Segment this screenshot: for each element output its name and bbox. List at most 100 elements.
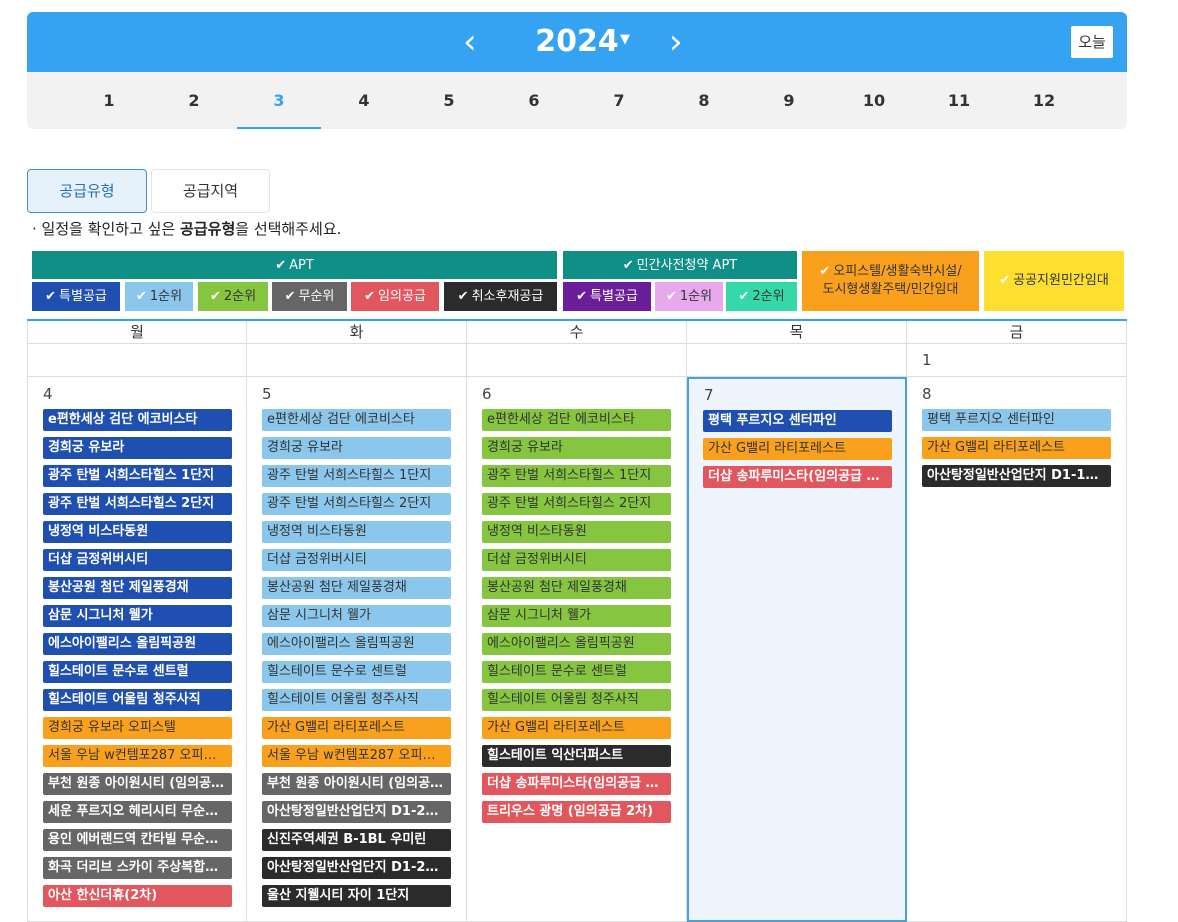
event-bar[interactable]: 에스아이팰리스 올림픽공원 bbox=[43, 633, 232, 655]
day-cell[interactable] bbox=[247, 344, 467, 377]
event-bar[interactable]: 신진주역세권 B-1BL 우미린 bbox=[262, 829, 451, 851]
filter-apt-chip-random[interactable]: ✔ 임의공급 bbox=[351, 282, 439, 311]
day-cell[interactable] bbox=[687, 344, 907, 377]
month-tab-8[interactable]: 8 bbox=[662, 72, 746, 129]
event-bar[interactable]: 삼문 시그니처 웰가 bbox=[482, 605, 671, 627]
filter-apt-chip-cancel[interactable]: ✔ 취소후재공급 bbox=[444, 282, 557, 311]
month-tab-5[interactable]: 5 bbox=[407, 72, 491, 129]
day-cell[interactable]: 7 평택 푸르지오 센터파인 가산 G밸리 라티포레스트 더샵 송파루미스타(임의공급… bbox=[687, 377, 907, 922]
event-bar[interactable]: 냉정역 비스타동원 bbox=[262, 521, 451, 543]
month-tab-7[interactable]: 7 bbox=[577, 72, 661, 129]
event-bar[interactable]: 힐스테이트 문수로 센트럴 bbox=[482, 661, 671, 683]
event-bar[interactable]: 광주 탄벌 서희스타힐스 1단지 bbox=[43, 465, 232, 487]
event-bar[interactable]: 더샵 금정위버시티 bbox=[262, 549, 451, 571]
filter-public-rental-group[interactable]: ✔ 공공지원민간임대 bbox=[984, 251, 1124, 311]
month-tab-9[interactable]: 9 bbox=[747, 72, 831, 129]
filter-preapt-chip-pre_second[interactable]: ✔ 2순위 bbox=[726, 282, 797, 311]
event-bar[interactable]: 광주 탄벌 서희스타힐스 2단지 bbox=[482, 493, 671, 515]
event-bar[interactable]: 아산 한신더휴(2차) bbox=[43, 885, 232, 907]
today-button[interactable]: 오늘 bbox=[1071, 26, 1113, 58]
month-tab-10[interactable]: 10 bbox=[832, 72, 916, 129]
event-bar[interactable]: 삼문 시그니처 웰가 bbox=[43, 605, 232, 627]
next-year-chevron-icon[interactable]: › bbox=[669, 12, 683, 72]
year-dropdown-caret-icon[interactable]: ▼ bbox=[620, 32, 630, 47]
event-bar[interactable]: 경희궁 유보라 bbox=[262, 437, 451, 459]
event-bar[interactable]: 서울 우남 w컨템포287 오피스텔 bbox=[262, 745, 451, 767]
event-bar[interactable]: 힐스테이트 익산더퍼스트 bbox=[482, 745, 671, 767]
filter-preapt-chip-pre_special[interactable]: ✔ 특별공급 bbox=[563, 282, 651, 311]
event-bar[interactable]: 힐스테이트 문수로 센트럴 bbox=[43, 661, 232, 683]
event-bar[interactable]: 냉정역 비스타동원 bbox=[482, 521, 671, 543]
filter-preapt-group[interactable]: ✔ 민간사전청약 APT bbox=[563, 251, 797, 279]
check-icon: ✔ bbox=[135, 289, 147, 304]
event-bar[interactable]: e편한세상 검단 에코비스타 bbox=[43, 409, 232, 431]
event-bar[interactable]: 더샵 송파루미스타(임의공급 1차) bbox=[482, 773, 671, 795]
check-icon: ✔ bbox=[576, 289, 588, 304]
event-bar[interactable]: 광주 탄벌 서희스타힐스 1단지 bbox=[262, 465, 451, 487]
event-bar[interactable]: e편한세상 검단 에코비스타 bbox=[262, 409, 451, 431]
month-tab-2[interactable]: 2 bbox=[152, 72, 236, 129]
event-bar[interactable]: 삼문 시그니처 웰가 bbox=[262, 605, 451, 627]
day-cell[interactable]: 1 bbox=[907, 344, 1127, 377]
event-bar[interactable]: 광주 탄벌 서희스타힐스 1단지 bbox=[482, 465, 671, 487]
event-bar[interactable]: 트리우스 광명 (임의공급 2차) bbox=[482, 801, 671, 823]
event-bar[interactable]: 가산 G밸리 라티포레스트 bbox=[703, 438, 892, 460]
day-cell[interactable]: 4 e편한세상 검단 에코비스타 경희궁 유보라 광주 탄벌 서희스타힐스 1단지 광주… bbox=[27, 377, 247, 922]
day-cell[interactable]: 6 e편한세상 검단 에코비스타 경희궁 유보라 광주 탄벌 서희스타힐스 1단지 광주… bbox=[467, 377, 687, 922]
day-cell[interactable] bbox=[467, 344, 687, 377]
event-bar[interactable]: 가산 G밸리 라티포레스트 bbox=[922, 437, 1111, 459]
filter-apt-chip-special[interactable]: ✔ 특별공급 bbox=[32, 282, 120, 311]
event-bar[interactable]: 더샵 송파루미스타(임의공급 1차) bbox=[703, 466, 892, 488]
event-bar[interactable]: 서울 우남 w컨템포287 오피스텔 bbox=[43, 745, 232, 767]
year-title[interactable]: 2024 bbox=[27, 12, 1127, 72]
filter-officetel-group[interactable]: ✔ 오피스텔/생활숙박시설/도시형생활주택/민간임대 bbox=[802, 251, 979, 311]
event-bar[interactable]: 에스아이팰리스 올림픽공원 bbox=[262, 633, 451, 655]
filter-apt-chip-first[interactable]: ✔ 1순위 bbox=[125, 282, 193, 311]
event-bar[interactable]: 부천 원종 아이원시티 (임의공급... bbox=[43, 773, 232, 795]
month-tab-4[interactable]: 4 bbox=[322, 72, 406, 129]
event-bar[interactable]: 경희궁 유보라 bbox=[43, 437, 232, 459]
event-bar[interactable]: 힐스테이트 문수로 센트럴 bbox=[262, 661, 451, 683]
event-bar[interactable]: 봉산공원 첨단 제일풍경채 bbox=[262, 577, 451, 599]
event-bar[interactable]: 용인 에버랜드역 칸타빌 무순위(... bbox=[43, 829, 232, 851]
tab-supply-type[interactable]: 공급유형 bbox=[27, 169, 147, 213]
event-bar[interactable]: 가산 G밸리 라티포레스트 bbox=[482, 717, 671, 739]
event-bar[interactable]: 광주 탄벌 서희스타힐스 2단지 bbox=[43, 493, 232, 515]
event-bar[interactable]: 힐스테이트 어울림 청주사직 bbox=[482, 689, 671, 711]
filter-apt-chip-noorder[interactable]: ✔ 무순위 bbox=[272, 282, 347, 311]
event-bar[interactable]: 세운 푸르지오 헤리시티 무순위(... bbox=[43, 801, 232, 823]
day-cell[interactable]: 5 e편한세상 검단 에코비스타 경희궁 유보라 광주 탄벌 서희스타힐스 1단지 광주… bbox=[247, 377, 467, 922]
event-bar[interactable]: 더샵 금정위버시티 bbox=[43, 549, 232, 571]
tab-supply-region[interactable]: 공급지역 bbox=[151, 169, 270, 213]
event-bar[interactable]: 냉정역 비스타동원 bbox=[43, 521, 232, 543]
day-cell[interactable]: 8 평택 푸르지오 센터파인 가산 G밸리 라티포레스트 아산탕정일반산업단지 D1-… bbox=[907, 377, 1127, 922]
event-bar[interactable]: 봉산공원 첨단 제일풍경채 bbox=[43, 577, 232, 599]
event-bar[interactable]: 에스아이팰리스 올림픽공원 bbox=[482, 633, 671, 655]
event-bar[interactable]: 광주 탄벌 서희스타힐스 2단지 bbox=[262, 493, 451, 515]
event-bar[interactable]: 아산탕정일반산업단지 D1-1BL... bbox=[922, 465, 1111, 487]
event-bar[interactable]: 더샵 금정위버시티 bbox=[482, 549, 671, 571]
month-tab-6[interactable]: 6 bbox=[492, 72, 576, 129]
month-tab-12[interactable]: 12 bbox=[1002, 72, 1086, 129]
filter-apt-chip-second[interactable]: ✔ 2순위 bbox=[198, 282, 268, 311]
event-bar[interactable]: 경희궁 유보라 오피스텔 bbox=[43, 717, 232, 739]
month-tab-3[interactable]: 3 bbox=[237, 72, 321, 129]
event-bar[interactable]: 평택 푸르지오 센터파인 bbox=[703, 410, 892, 432]
event-bar[interactable]: 힐스테이트 어울림 청주사직 bbox=[262, 689, 451, 711]
event-bar[interactable]: 평택 푸르지오 센터파인 bbox=[922, 409, 1111, 431]
event-bar[interactable]: 울산 지웰시티 자이 1단지 bbox=[262, 885, 451, 907]
event-bar[interactable]: 화곡 더리브 스카이 주상복합아... bbox=[43, 857, 232, 879]
event-bar[interactable]: 힐스테이트 어울림 청주사직 bbox=[43, 689, 232, 711]
event-bar[interactable]: 가산 G밸리 라티포레스트 bbox=[262, 717, 451, 739]
event-bar[interactable]: 경희궁 유보라 bbox=[482, 437, 671, 459]
event-bar[interactable]: e편한세상 검단 에코비스타 bbox=[482, 409, 671, 431]
event-bar[interactable]: 부천 원종 아이원시티 (임의공급... bbox=[262, 773, 451, 795]
filter-preapt-chip-pre_first[interactable]: ✔ 1순위 bbox=[655, 282, 723, 311]
filter-apt-group[interactable]: ✔ APT bbox=[32, 251, 557, 279]
day-cell[interactable] bbox=[27, 344, 247, 377]
event-bar[interactable]: 아산탕정일반산업단지 D1-2BL ... bbox=[262, 801, 451, 823]
event-bar[interactable]: 아산탕정일반산업단지 D1-2BL ... bbox=[262, 857, 451, 879]
month-tab-11[interactable]: 11 bbox=[917, 72, 1001, 129]
event-bar[interactable]: 봉산공원 첨단 제일풍경채 bbox=[482, 577, 671, 599]
month-tab-1[interactable]: 1 bbox=[67, 72, 151, 129]
